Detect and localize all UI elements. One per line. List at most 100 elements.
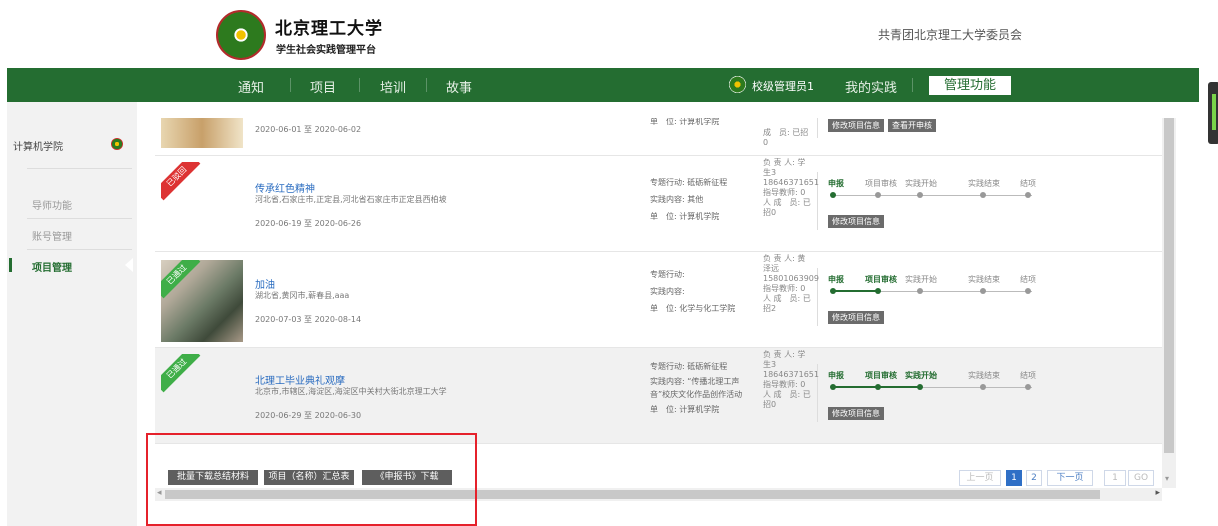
project-content: 实践内容: “传播北理工声音”校庆文化作品创作活动: [650, 377, 743, 399]
step-dot: [1025, 288, 1031, 294]
sidebar-item-project[interactable]: 项目管理: [32, 259, 72, 274]
project-row: 2020-06-01 至 2020-06-02 单 位: 计算机学院 成 员: …: [155, 118, 1162, 156]
nav-story[interactable]: 故事: [446, 77, 472, 96]
project-row: 已通过 加油 湖北省,黄冈市,蕲春县,aaa 2020-07-03 至 2020…: [155, 252, 1162, 348]
project-thumbnail[interactable]: 已驳回: [161, 162, 243, 244]
project-row: 已通过 北理工毕业典礼观摩 北京市,市辖区,海淀区,海淀区中关村大街北京理工大学…: [155, 348, 1162, 444]
project-title[interactable]: 加油: [255, 276, 275, 291]
nav-project[interactable]: 项目: [310, 77, 336, 96]
project-special: 专题行动:: [650, 270, 685, 279]
edit-project-button[interactable]: 修改项目信息: [828, 119, 884, 132]
university-logo[interactable]: [216, 10, 266, 60]
step-dot: [830, 288, 836, 294]
sidebar: 计算机学院 导师功能 账号管理 项目管理: [7, 102, 137, 526]
go-button[interactable]: GO: [1128, 470, 1154, 486]
edit-project-button[interactable]: 修改项目信息: [828, 407, 884, 420]
divider: [27, 249, 132, 250]
project-address: 北京市,市辖区,海淀区,海淀区中关村大街北京理工大学: [255, 387, 447, 396]
project-unit: 单 位: 计算机学院: [650, 118, 720, 126]
status-badge: 已通过: [161, 354, 201, 393]
step-dot: [875, 288, 881, 294]
project-person: 成 员: 已招0: [763, 128, 809, 147]
step-dot: [1025, 192, 1031, 198]
page-input[interactable]: 1: [1104, 470, 1126, 486]
project-title[interactable]: 北理工毕业典礼观摩: [255, 372, 345, 387]
sidebar-item-account[interactable]: 账号管理: [32, 228, 72, 243]
side-widget-icon[interactable]: [1208, 82, 1218, 144]
project-person: 负 责 人: 黄泽远 15801063909 指导教师: 0人 成 员: 已招2: [763, 254, 819, 313]
active-marker: [9, 258, 12, 272]
view-review-button[interactable]: 查看开申核: [888, 119, 936, 132]
divider: [27, 168, 132, 169]
step-dot: [917, 288, 923, 294]
nav-separator: [290, 78, 291, 92]
next-page-button[interactable]: 下一页: [1047, 470, 1093, 486]
prev-page-button[interactable]: 上一页: [959, 470, 1001, 486]
project-date: 2020-06-01 至 2020-06-02: [255, 125, 362, 134]
nav-separator: [426, 78, 427, 92]
project-person: 负 责 人: 学生3 18646371651 指导教师: 0人 成 员: 已招0: [763, 158, 819, 217]
project-info: 专题行动: 砥砺新征程 实践内容: “传播北理工声音”校庆文化作品创作活动 单 …: [650, 360, 750, 416]
project-title[interactable]: 传承红色精神: [255, 180, 315, 195]
page-2-button[interactable]: 2: [1026, 470, 1042, 486]
nav-training[interactable]: 培训: [380, 77, 406, 96]
step-label: 结项: [1020, 179, 1036, 188]
project-row: 已驳回 传承红色精神 河北省,石家庄市,正定县,河北省石家庄市正定县西柏坡 20…: [155, 156, 1162, 252]
step-label: 项目审核: [865, 371, 897, 380]
page-1-button[interactable]: 1: [1006, 470, 1022, 486]
project-unit: 单 位: 化学与化工学院: [650, 304, 736, 313]
project-info: 专题行动: 砥砺新征程 实践内容: 其他 单 位: 计算机学院: [650, 176, 750, 223]
project-thumbnail[interactable]: 已通过: [161, 260, 243, 342]
vertical-scrollbar[interactable]: ▾: [1162, 118, 1176, 488]
sidebar-item-mentor[interactable]: 导师功能: [32, 197, 72, 212]
scroll-down-icon[interactable]: ▾: [1165, 474, 1169, 483]
step-label: 实践开始: [905, 179, 937, 188]
project-address: 河北省,石家庄市,正定县,河北省石家庄市正定县西柏坡: [255, 195, 447, 204]
top-header: 北京理工大学 学生社会实践管理平台 共青团北京理工大学委员会: [0, 0, 1218, 68]
scroll-thumb[interactable]: [1164, 118, 1174, 453]
step-label: 实践结束: [968, 275, 1000, 284]
nav-separator: [912, 78, 913, 92]
step-label: 实践结束: [968, 179, 1000, 188]
step-label: 项目审核: [865, 179, 897, 188]
project-special: 专题行动: 砥砺新征程: [650, 362, 728, 371]
university-name: 北京理工大学: [275, 19, 383, 39]
edit-project-button[interactable]: 修改项目信息: [828, 215, 884, 228]
step-label: 申报: [828, 371, 844, 380]
project-date: 2020-06-19 至 2020-06-26: [255, 219, 362, 228]
step-dot: [1025, 384, 1031, 390]
step-label: 实践开始: [905, 371, 937, 380]
progress-steps: 申报 项目审核 实践开始 实践结束 结项: [828, 274, 1058, 300]
step-dot: [980, 384, 986, 390]
project-thumbnail[interactable]: [161, 118, 243, 148]
step-label: 结项: [1020, 275, 1036, 284]
progress-steps: 申报 项目审核 实践开始 实践结束 结项: [828, 178, 1058, 204]
user-name[interactable]: 校级管理员1: [752, 78, 814, 94]
step-track: [832, 195, 1032, 196]
step-label: 申报: [828, 275, 844, 284]
step-dot: [875, 192, 881, 198]
edit-project-button[interactable]: 修改项目信息: [828, 311, 884, 324]
project-address: 湖北省,黄冈市,蕲春县,aaa: [255, 291, 350, 300]
project-person: 负 责 人: 学生3 18646371651 指导教师: 0人 成 员: 已招0: [763, 350, 819, 409]
nav-notice[interactable]: 通知: [238, 77, 264, 96]
platform-name: 学生社会实践管理平台: [276, 45, 376, 56]
project-content: 实践内容: 其他: [650, 195, 704, 204]
step-label: 结项: [1020, 371, 1036, 380]
user-avatar-icon: [729, 76, 746, 93]
step-dot: [980, 192, 986, 198]
org-name: 共青团北京理工大学委员会: [878, 28, 1023, 42]
nav-my-practice[interactable]: 我的实践: [845, 77, 897, 96]
step-dot: [917, 192, 923, 198]
college-badge-icon: [111, 138, 123, 150]
project-content: 实践内容:: [650, 287, 685, 296]
nav-separator: [359, 78, 360, 92]
project-date: 2020-06-29 至 2020-06-30: [255, 411, 362, 420]
scroll-right-icon[interactable]: ▸: [1155, 488, 1160, 498]
project-special: 专题行动: 砥砺新征程: [650, 178, 728, 187]
step-track-done: [832, 290, 877, 292]
highlight-box: [146, 433, 477, 526]
step-dot: [917, 384, 923, 390]
project-thumbnail[interactable]: 已通过: [161, 354, 243, 436]
nav-manage-button[interactable]: 管理功能: [929, 76, 1011, 95]
